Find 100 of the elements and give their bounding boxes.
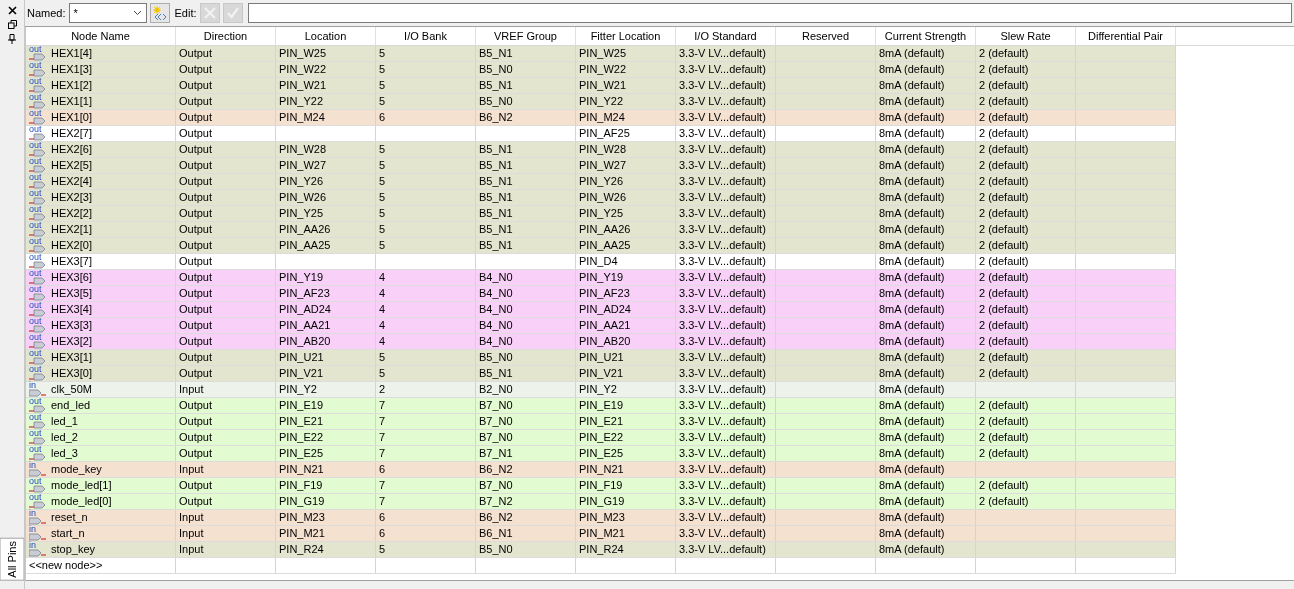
pin-row[interactable]: out HEX2[4] Output PIN_Y26 5 B5_N1 PIN_Y26 3.3-V LV...default) 8mA (default) 2 (default) (26, 174, 1176, 190)
pin-row[interactable]: out HEX3[6] Output PIN_Y19 4 B4_N0 PIN_Y19 3.3-V LV...default) 8mA (default) 2 (default) (26, 270, 1176, 286)
table-cell-text: 8mA (default) (879, 318, 945, 334)
table-cell-text: Output (179, 414, 213, 430)
pin-row[interactable]: out HEX3[7] Output PIN_D4 3.3-V LV...default) 8mA (default) 2 (default) (26, 254, 1176, 270)
pin-row[interactable]: out end_led Output PIN_E19 7 B7_N0 PIN_E19 3.3-V LV...default) 8mA (default) 2 (default) (26, 398, 1176, 414)
table-cell-text: PIN_E22 (279, 430, 324, 446)
pin-row[interactable]: out led_1 Output PIN_E21 7 B7_N0 PIN_E21 3.3-V LV...default) 8mA (default) 2 (default) (26, 414, 1176, 430)
pin-row[interactable]: out HEX3[2] Output PIN_AB20 4 B4_N0 PIN_AB20 3.3-V LV...default) 8mA (default) 2 (default) (26, 334, 1176, 350)
pin-row[interactable]: out HEX1[4] Output PIN_W25 5 B5_N1 PIN_W25 3.3-V LV...default) 8mA (default) 2 (default) (26, 46, 1176, 62)
close-icon[interactable] (7, 6, 17, 15)
column-header[interactable]: Fitter Location (576, 27, 676, 45)
column-header[interactable]: VREF Group (476, 27, 576, 45)
pin-row[interactable]: out HEX1[0] Output PIN_M24 6 B6_N2 PIN_M24 3.3-V LV...default) 8mA (default) 2 (default) (26, 110, 1176, 126)
pin-row[interactable]: out HEX2[0] Output PIN_AA25 5 B5_N1 PIN_AA25 3.3-V LV...default) 8mA (default) 2 (default) (26, 238, 1176, 254)
pin-row[interactable]: out HEX3[3] Output PIN_AA21 4 B4_N0 PIN_AA21 3.3-V LV...default) 8mA (default) 2 (default) (26, 318, 1176, 334)
node-name: led_3 (51, 446, 78, 462)
column-header[interactable]: Node Name (26, 27, 176, 45)
pin-row[interactable]: out HEX3[5] Output PIN_AF23 4 B4_N0 PIN_AF23 3.3-V LV...default) 8mA (default) 2 (default) (26, 286, 1176, 302)
table-cell-text: 8mA (default) (879, 110, 945, 126)
table-cell-text: B5_N0 (479, 62, 513, 78)
table-cell-text: Input (179, 382, 204, 398)
column-header[interactable]: I/O Standard (676, 27, 776, 45)
node-name: HEX2[3] (51, 190, 92, 206)
column-header[interactable]: Slew Rate (976, 27, 1076, 45)
column-header[interactable]: Reserved (776, 27, 876, 45)
pin-row[interactable]: out HEX1[1] Output PIN_Y22 5 B5_N0 PIN_Y22 3.3-V LV...default) 8mA (default) 2 (default) (26, 94, 1176, 110)
filter-options-button[interactable] (149, 3, 170, 23)
table-cell-text: 2 (default) (979, 78, 1029, 94)
table-cell-text: 3.3-V LV...default) (679, 510, 766, 526)
table-cell-text: 3.3-V LV...default) (679, 398, 766, 414)
table-cell-text: 6 (379, 510, 386, 526)
named-filter-dropdown[interactable]: * (68, 3, 147, 23)
all-pins-tab[interactable]: All Pins (0, 538, 25, 581)
pin-row[interactable]: out HEX2[1] Output PIN_AA26 5 B5_N1 PIN_AA26 3.3-V LV...default) 8mA (default) 2 (default) (26, 222, 1176, 238)
pin-icon[interactable] (8, 34, 16, 44)
pin-row[interactable]: out mode_led[0] Output PIN_G19 7 B7_N2 PIN_G19 3.3-V LV...default) 8mA (default) 2 (default) (26, 494, 1176, 510)
table-cell-text: PIN_Y2 (579, 382, 617, 398)
table-cell-text: B5_N1 (479, 142, 513, 158)
pin-row[interactable]: out HEX2[3] Output PIN_W26 5 B5_N1 PIN_W26 3.3-V LV...default) 8mA (default) 2 (default) (26, 190, 1176, 206)
table-cell-text: PIN_Y2 (279, 382, 317, 398)
pin-row[interactable]: out led_3 Output PIN_E25 7 B7_N1 PIN_E25 3.3-V LV...default) 8mA (default) 2 (default) (26, 446, 1176, 462)
pin-row[interactable]: out HEX3[1] Output PIN_U21 5 B5_N0 PIN_U21 3.3-V LV...default) 8mA (default) 2 (default) (26, 350, 1176, 366)
table-cell-text: Output (179, 62, 213, 78)
table-cell-text: PIN_R24 (279, 542, 324, 558)
pin-row[interactable]: in mode_key Input PIN_N21 6 B6_N2 PIN_N21 3.3-V LV...default) 8mA (default) (26, 462, 1176, 478)
table-cell-text: 3.3-V LV...default) (679, 542, 766, 558)
table-cell-text: PIN_M21 (579, 526, 625, 542)
pin-row[interactable]: out HEX3[4] Output PIN_AD24 4 B4_N0 PIN_AD24 3.3-V LV...default) 8mA (default) 2 (default) (26, 302, 1176, 318)
table-cell-text: Output (179, 78, 213, 94)
node-name: led_1 (51, 414, 78, 430)
table-cell-text: 8mA (default) (879, 286, 945, 302)
table-cell-text: PIN_U21 (579, 350, 624, 366)
table-cell-text: 3.3-V LV...default) (679, 430, 766, 446)
table-cell-text: 8mA (default) (879, 510, 945, 526)
table-cell-text: Output (179, 318, 213, 334)
node-name: HEX3[0] (51, 366, 92, 382)
table-cell-text: Output (179, 302, 213, 318)
pin-row[interactable]: out mode_led[1] Output PIN_F19 7 B7_N0 PIN_F19 3.3-V LV...default) 8mA (default) 2 (default) (26, 478, 1176, 494)
column-header[interactable]: Current Strength (876, 27, 976, 45)
pin-row[interactable]: in clk_50M Input PIN_Y2 2 B2_N0 PIN_Y2 3.3-V LV...default) 8mA (default) (26, 382, 1176, 398)
table-cell-text: 8mA (default) (879, 174, 945, 190)
column-header[interactable]: Direction (176, 27, 276, 45)
pin-row[interactable]: out HEX2[6] Output PIN_W28 5 B5_N1 PIN_W28 3.3-V LV...default) 8mA (default) 2 (default) (26, 142, 1176, 158)
node-name: stop_key (51, 542, 96, 558)
pin-row[interactable]: out HEX3[0] Output PIN_V21 5 B5_N1 PIN_V21 3.3-V LV...default) 8mA (default) 2 (default) (26, 366, 1176, 382)
pin-row[interactable]: in reset_n Input PIN_M23 6 B6_N2 PIN_M23 3.3-V LV...default) 8mA (default) (26, 510, 1176, 526)
table-cell-text: Output (179, 286, 213, 302)
table-cell-text: PIN_Y25 (279, 206, 324, 222)
table-cell-text: PIN_AD24 (579, 302, 631, 318)
pin-row[interactable]: out HEX1[3] Output PIN_W22 5 B5_N0 PIN_W22 3.3-V LV...default) 8mA (default) 2 (default) (26, 62, 1176, 78)
pin-row[interactable]: in start_n Input PIN_M21 6 B6_N1 PIN_M21 3.3-V LV...default) 8mA (default) (26, 526, 1176, 542)
table-cell-text: 3.3-V LV...default) (679, 78, 766, 94)
table-cell-text: 2 (default) (979, 126, 1029, 142)
pin-row[interactable]: in stop_key Input PIN_R24 5 B5_N0 PIN_R24 3.3-V LV...default) 8mA (default) (26, 542, 1176, 558)
table-cell-text: 2 (default) (979, 334, 1029, 350)
edit-label: Edit: (174, 5, 197, 21)
table-cell-text: 3.3-V LV...default) (679, 46, 766, 62)
column-header[interactable]: I/O Bank (376, 27, 476, 45)
table-cell-text: 3.3-V LV...default) (679, 478, 766, 494)
node-name: clk_50M (51, 382, 92, 398)
new-node-entry[interactable]: <<new node>> (29, 557, 103, 574)
table-cell-text: PIN_AF23 (579, 286, 630, 302)
column-header[interactable]: Differential Pair (1076, 27, 1176, 45)
table-cell-text: 2 (default) (979, 254, 1029, 270)
pin-row[interactable]: out HEX2[5] Output PIN_W27 5 B5_N1 PIN_W27 3.3-V LV...default) 8mA (default) 2 (default) (26, 158, 1176, 174)
float-window-icon[interactable] (7, 20, 17, 29)
table-cell-text: 3.3-V LV...default) (679, 110, 766, 126)
pin-row[interactable]: out HEX2[7] Output PIN_AF25 3.3-V LV...default) 8mA (default) 2 (default) (26, 126, 1176, 142)
chevron-down-icon (132, 10, 142, 16)
column-header[interactable]: Location (276, 27, 376, 45)
pin-row[interactable]: out HEX2[2] Output PIN_Y25 5 B5_N1 PIN_Y25 3.3-V LV...default) 8mA (default) 2 (default) (26, 206, 1176, 222)
table-cell-text: 3.3-V LV...default) (679, 462, 766, 478)
edit-value-field[interactable] (247, 3, 1292, 23)
pin-row[interactable]: out HEX1[2] Output PIN_W21 5 B5_N1 PIN_W21 3.3-V LV...default) 8mA (default) 2 (default) (26, 78, 1176, 94)
table-cell-text: B5_N1 (479, 158, 513, 174)
table-cell-text: 3.3-V LV...default) (679, 414, 766, 430)
pin-row[interactable]: out led_2 Output PIN_E22 7 B7_N0 PIN_E22 3.3-V LV...default) 8mA (default) 2 (default) (26, 430, 1176, 446)
table-cell-text: 8mA (default) (879, 142, 945, 158)
table-cell-text: 8mA (default) (879, 478, 945, 494)
